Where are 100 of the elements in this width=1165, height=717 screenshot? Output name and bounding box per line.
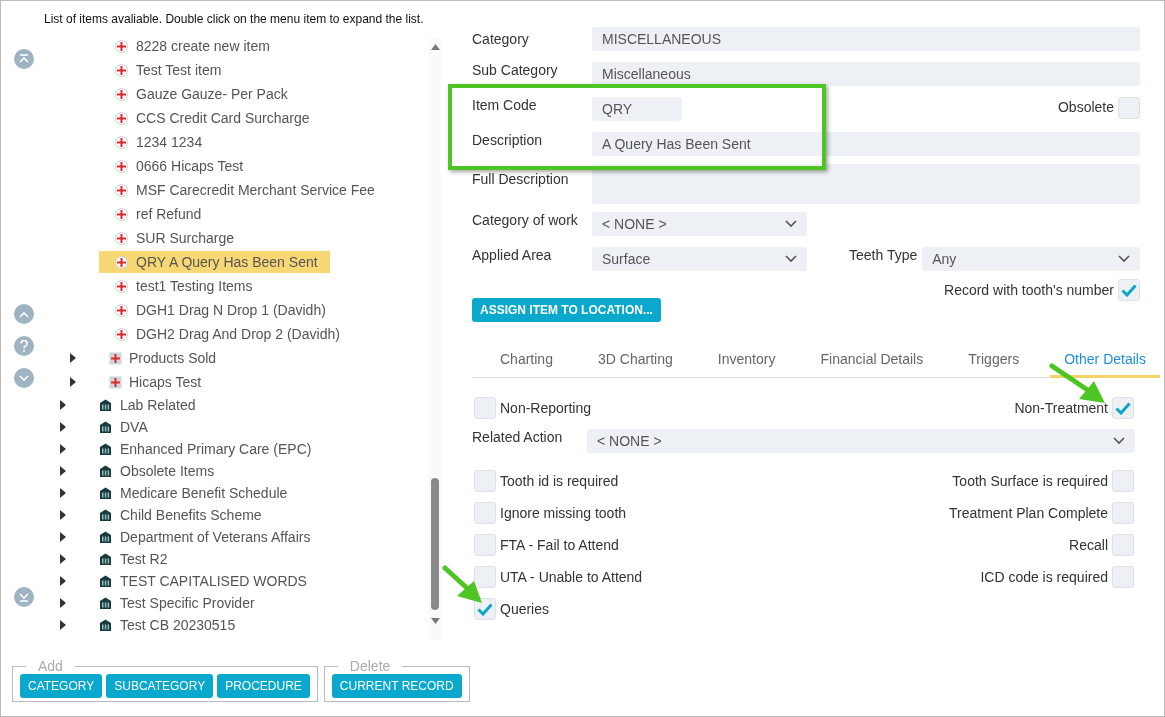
tab[interactable]: Inventory <box>703 344 790 378</box>
procedure-item[interactable]: 0666 Hicaps Test <box>99 155 256 177</box>
checkbox[interactable] <box>474 470 496 492</box>
category-field[interactable]: MISCELLANEOUS <box>592 27 1140 51</box>
caret-right-icon[interactable] <box>60 620 66 630</box>
medical-cross-icon <box>109 375 122 389</box>
field-label: Category <box>472 30 530 49</box>
caret-right-icon[interactable] <box>60 422 66 432</box>
procedure-item[interactable]: Gauze Gauze- Per Pack <box>99 83 300 105</box>
checkbox[interactable] <box>474 502 496 524</box>
category-item[interactable]: Medicare Benefit Schedule <box>99 482 288 504</box>
building-icon <box>99 575 112 587</box>
description-field[interactable]: A Query Has Been Sent <box>592 132 1140 156</box>
category-item[interactable]: Test CB 20230515 <box>99 614 236 636</box>
checkbox[interactable] <box>1112 470 1134 492</box>
checkbox[interactable] <box>474 598 496 620</box>
caret-right-icon[interactable] <box>60 466 66 476</box>
double-chevron-up-icon <box>19 54 29 64</box>
scrollbar-thumb[interactable] <box>431 478 439 610</box>
caret-right-icon[interactable] <box>70 377 76 387</box>
category-item[interactable]: DVA <box>99 416 148 438</box>
checkbox[interactable] <box>1112 502 1134 524</box>
caret-right-icon[interactable] <box>60 510 66 520</box>
procedure-item[interactable]: ref Refund <box>99 203 214 225</box>
related-action-select[interactable]: < NONE > <box>587 429 1135 453</box>
category-item[interactable]: Child Benefits Scheme <box>99 504 262 526</box>
category-item[interactable]: Lab Related <box>99 394 196 416</box>
caret-right-icon[interactable] <box>60 598 66 608</box>
category-item[interactable]: Enhanced Primary Care (EPC) <box>99 438 312 460</box>
procedure-item[interactable]: MSF Carecredit Merchant Service Fee <box>99 179 387 201</box>
group-legend: Add <box>26 656 75 677</box>
field-label: Tooth id is required <box>500 471 619 491</box>
checkbox[interactable] <box>1112 566 1134 588</box>
field-label: Teeth Type <box>849 246 918 265</box>
medical-cross-icon <box>115 63 128 77</box>
checkbox[interactable] <box>1112 534 1134 556</box>
procedure-item[interactable]: Test Test item <box>99 59 234 81</box>
category-item[interactable]: Test Specific Provider <box>99 592 255 614</box>
teeth-type-select[interactable]: Any <box>922 247 1140 271</box>
item-code-field[interactable]: QRY <box>592 97 682 121</box>
scrollbar[interactable] <box>429 38 441 640</box>
category-of-work-select[interactable]: < NONE > <box>592 212 807 236</box>
category-item[interactable]: TEST CAPITALISED WORDS <box>99 570 307 592</box>
category-item[interactable]: Department of Veterans Affairs <box>99 526 311 548</box>
checkbox[interactable] <box>474 397 496 419</box>
field-label: Category of work <box>472 211 579 230</box>
scroll-up-arrow-icon[interactable] <box>430 44 440 50</box>
field-label: Item Code <box>472 96 538 115</box>
medical-cross-icon <box>115 327 128 341</box>
category-item[interactable]: Test R2 <box>99 548 168 570</box>
medical-cross-icon <box>115 279 128 293</box>
tab[interactable]: Financial Details <box>806 344 938 378</box>
checkbox[interactable] <box>1118 279 1140 301</box>
tab[interactable]: Other Details <box>1050 344 1160 378</box>
scroll-down-button[interactable] <box>14 368 34 388</box>
scroll-up-button[interactable] <box>14 304 34 324</box>
help-button[interactable] <box>14 336 34 356</box>
category-item[interactable]: Obsolete Items <box>99 460 215 482</box>
building-icon <box>99 443 112 455</box>
procedure-item[interactable]: QRY A Query Has Been Sent <box>99 251 330 273</box>
field-label: UTA - Unable to Attend <box>500 567 643 587</box>
procedure-item[interactable]: DGH1 Drag N Drop 1 (Davidh) <box>99 299 338 321</box>
procedure-item[interactable]: SUR Surcharge <box>99 227 247 249</box>
field-label: Queries <box>500 599 550 619</box>
checkbox[interactable] <box>474 566 496 588</box>
scroll-bottom-button[interactable] <box>14 587 34 607</box>
subcategory-item[interactable]: Products Sold <box>109 347 217 369</box>
subcategory-item[interactable]: Hicaps Test <box>109 371 202 393</box>
procedure-item[interactable]: CCS Credit Card Surcharge <box>99 107 322 129</box>
field-label: Record with tooth's number <box>944 280 1114 300</box>
chevron-down-icon <box>1118 255 1130 263</box>
field-label: Related Action <box>472 428 564 447</box>
caret-right-icon[interactable] <box>60 576 66 586</box>
group-legend: Delete <box>337 656 403 677</box>
building-icon <box>99 465 112 477</box>
procedure-item[interactable]: DGH2 Drag And Drop 2 (Davidh) <box>99 323 352 345</box>
tab[interactable]: Triggers <box>954 344 1034 378</box>
checkbox[interactable] <box>1118 97 1140 119</box>
scroll-down-arrow-icon[interactable] <box>430 618 440 624</box>
tab[interactable]: Charting <box>486 344 567 378</box>
field-label: Non-Reporting <box>500 398 592 418</box>
procedure-item[interactable]: 1234 1234 <box>99 131 215 153</box>
building-icon <box>99 399 112 411</box>
caret-right-icon[interactable] <box>60 488 66 498</box>
caret-right-icon[interactable] <box>70 353 76 363</box>
medical-cross-icon <box>115 207 128 221</box>
checkbox[interactable] <box>1112 397 1134 419</box>
tab[interactable]: 3D Charting <box>584 344 687 378</box>
caret-right-icon[interactable] <box>60 532 66 542</box>
caret-right-icon[interactable] <box>60 400 66 410</box>
caret-right-icon[interactable] <box>60 554 66 564</box>
sub-category-field[interactable]: Miscellaneous <box>592 62 1140 86</box>
full-description-field[interactable] <box>592 164 1140 204</box>
procedure-item[interactable]: test1 Testing Items <box>99 275 265 297</box>
procedure-item[interactable]: 8228 create new item <box>99 35 282 57</box>
checkbox[interactable] <box>474 534 496 556</box>
scroll-top-button[interactable] <box>14 49 34 69</box>
caret-right-icon[interactable] <box>60 444 66 454</box>
applied-area-select[interactable]: Surface <box>592 247 807 271</box>
field-label: Treatment Plan Complete <box>949 503 1108 523</box>
